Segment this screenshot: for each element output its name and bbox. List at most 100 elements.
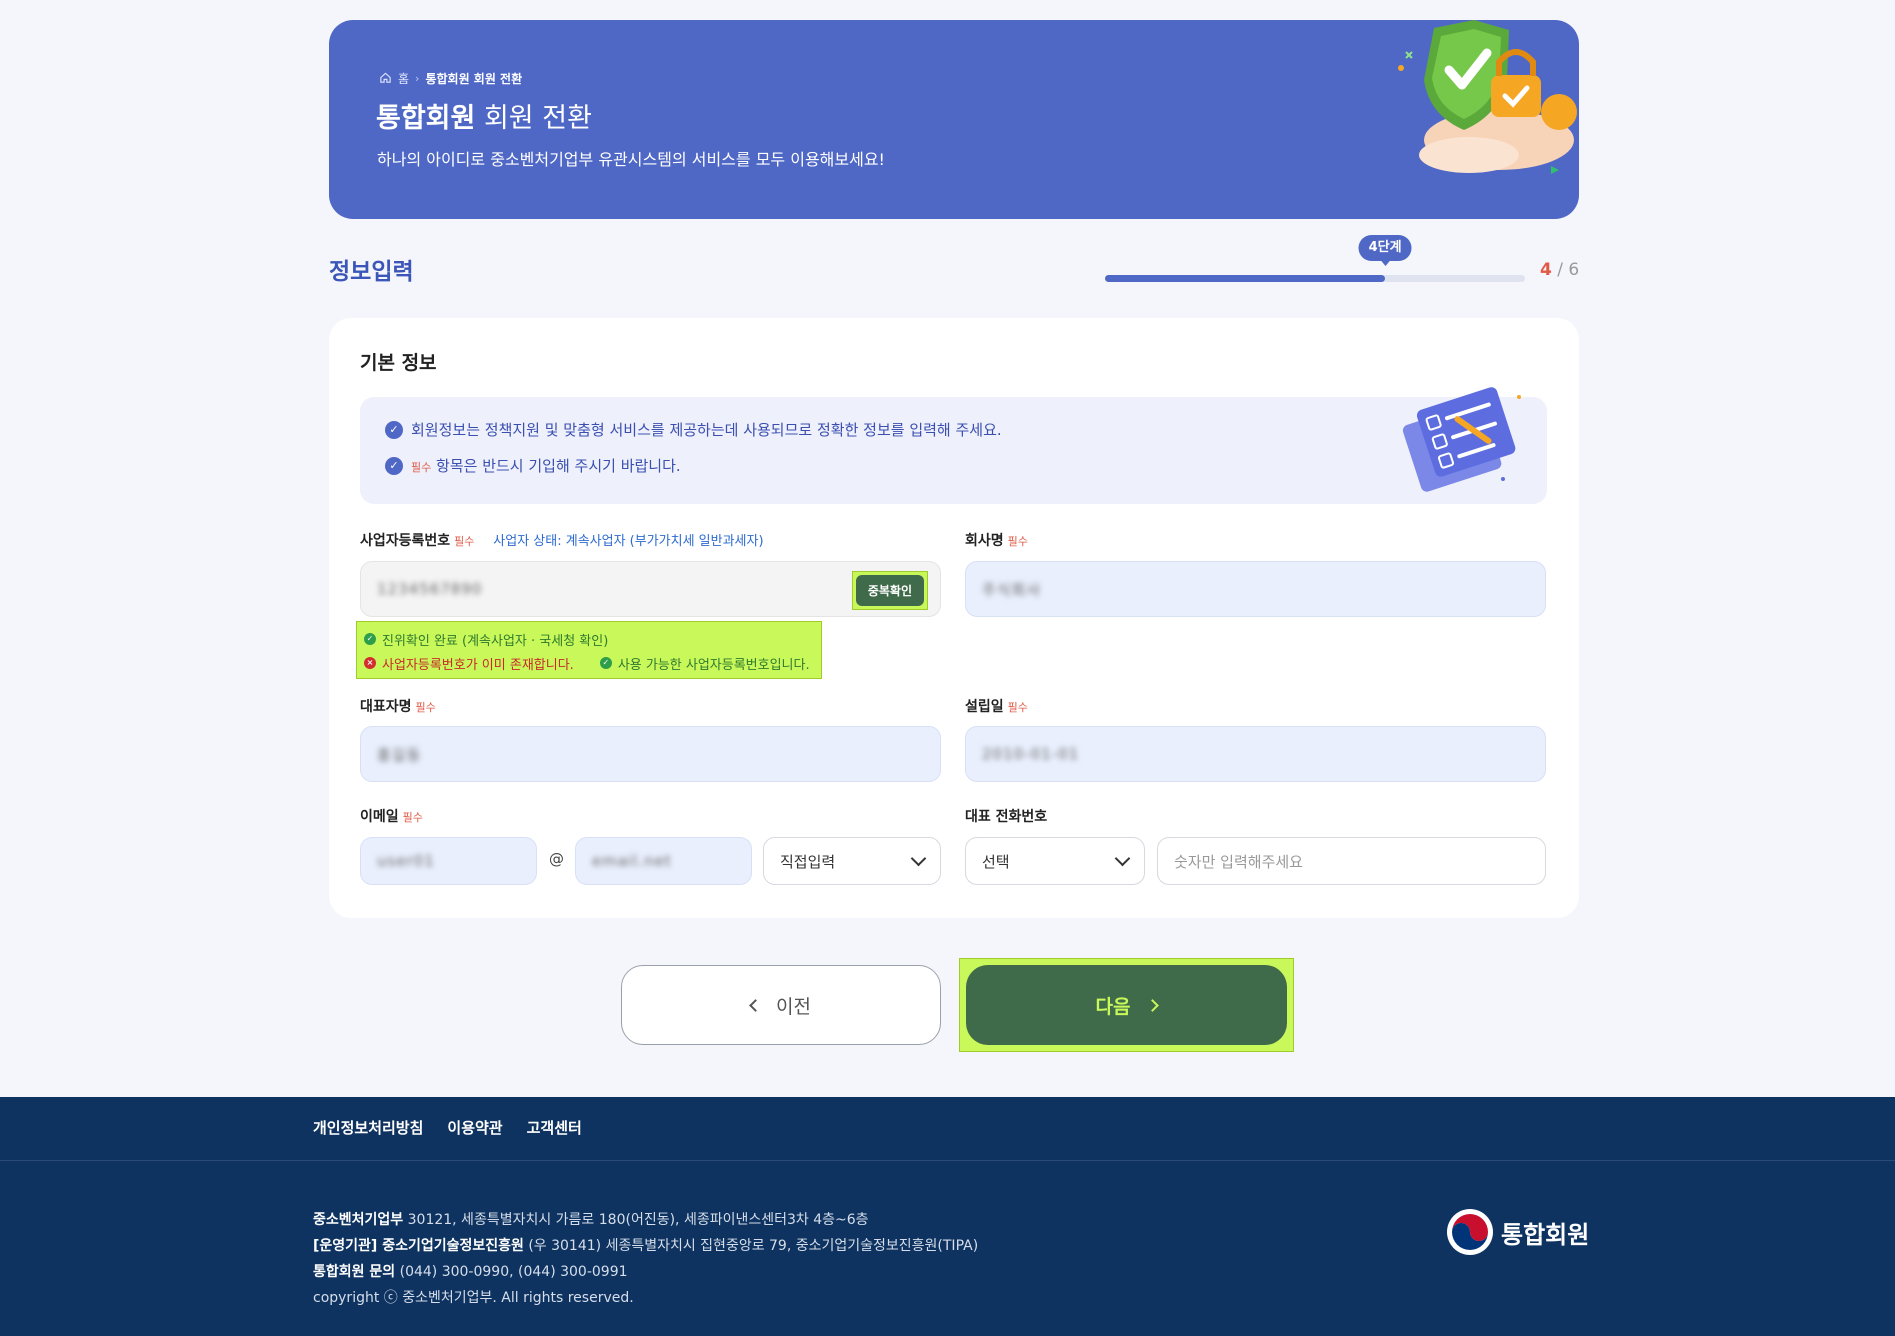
biz-no-label-text: 사업자등록번호	[360, 533, 451, 549]
duplicate-check-highlight: 중복확인	[851, 571, 928, 610]
email-local-input[interactable]: user01	[360, 837, 537, 885]
available-message-text: 사용 가능한 사업자등록번호입니다.	[617, 657, 810, 673]
company-label-text: 회사명	[965, 533, 1004, 549]
required-mark: 필수	[411, 461, 432, 474]
step-count: 4 / 6	[1540, 260, 1579, 280]
founded-label: 설립일 필수	[965, 696, 1028, 716]
verified-message: ✓ 진위확인 완료 (계속사업자 · 국세청 확인)	[364, 627, 814, 651]
breadcrumb: 홈 › 통합회원 회원 전환	[379, 70, 522, 87]
email-domain-select[interactable]: 직접입력	[763, 837, 941, 885]
company-label: 회사명 필수	[965, 530, 1028, 550]
basic-info-card: 기본 정보 ✓ 회원정보는 정책지원 및 맞춤형 서비스를 제공하는데 사용되므…	[329, 318, 1579, 918]
founded-input[interactable]: 2010-01-01	[965, 726, 1546, 782]
home-icon[interactable]	[379, 71, 392, 87]
ceo-label-text: 대표자명	[360, 699, 412, 715]
step-separator: /	[1557, 260, 1563, 280]
step-current: 4	[1540, 260, 1552, 280]
notice-box: ✓ 회원정보는 정책지원 및 맞춤형 서비스를 제공하는데 사용되므로 정확한 …	[360, 387, 1547, 504]
required-mark: 필수	[415, 701, 436, 714]
next-button-highlight: 다음	[959, 958, 1294, 1052]
email-at-sign: @	[549, 850, 564, 868]
next-button-label: 다음	[1095, 995, 1131, 1018]
footer-operator: [운영기관] 중소기업기술정보진흥원 (우 30141) 세종특별자치시 집현중…	[313, 1233, 978, 1259]
footer-contact-text: (044) 300-0990, (044) 300-0991	[399, 1264, 628, 1280]
founded-value: 2010-01-01	[982, 745, 1080, 763]
phone-number-placeholder: 숫자만 입력해주세요	[1174, 852, 1303, 871]
step-total: 6	[1568, 260, 1580, 280]
required-mark: 필수	[1007, 701, 1028, 714]
email-domain-input[interactable]: email.net	[575, 837, 752, 885]
footer-copyright: copyright ⓒ 중소벤처기업부. All rights reserved…	[313, 1290, 634, 1306]
notice-item: ✓ 회원정보는 정책지원 및 맞춤형 서비스를 제공하는데 사용되므로 정확한 …	[385, 419, 1002, 440]
email-domain-value: email.net	[592, 852, 672, 870]
prev-button[interactable]: 이전	[621, 965, 941, 1045]
next-button[interactable]: 다음	[966, 965, 1287, 1045]
biz-no-label: 사업자등록번호 필수 사업자 상태: 계속사업자 (부가가치세 일반과세자)	[360, 530, 764, 550]
footer-org-name: 중소벤처기업부	[313, 1212, 404, 1228]
progress-fill	[1105, 275, 1386, 282]
phone-prefix-select-value: 선택	[982, 852, 1010, 871]
validation-messages: ✓ 진위확인 완료 (계속사업자 · 국세청 확인) × 사업자등록번호가 이미…	[356, 621, 822, 679]
footer-links: 개인정보처리방침 이용약관 고객센터	[313, 1117, 582, 1138]
chevron-right-icon	[1146, 998, 1160, 1012]
section-title: 정보입력	[329, 259, 414, 285]
progress-track	[1105, 275, 1525, 282]
footer-contact: 통합회원 문의 (044) 300-0990, (044) 300-0991	[313, 1259, 978, 1285]
ceo-value: 홍길동	[377, 745, 422, 764]
notice-text: 회원정보는 정책지원 및 맞춤형 서비스를 제공하는데 사용되므로 정확한 정보…	[411, 421, 1002, 439]
ceo-input[interactable]: 홍길동	[360, 726, 941, 782]
chevron-right-icon: ›	[415, 72, 420, 85]
step-bubble: 4단계	[1358, 235, 1412, 266]
phone-prefix-select[interactable]: 선택	[965, 837, 1145, 885]
status-messages: × 사업자등록번호가 이미 존재합니다. ✓ 사용 가능한 사업자등록번호입니다…	[364, 651, 814, 675]
footer-info: 중소벤처기업부 30121, 세종특별자치시 가름로 180(어진동), 세종파…	[313, 1207, 978, 1311]
footer-contact-label: 통합회원 문의	[313, 1264, 396, 1280]
company-value: 주식회사	[982, 580, 1042, 599]
shield-lock-hand-illustration	[1398, 20, 1577, 174]
card-title: 기본 정보	[360, 352, 437, 374]
founded-label-text: 설립일	[965, 699, 1004, 715]
phone-number-input[interactable]: 숫자만 입력해주세요	[1157, 837, 1546, 885]
error-circle-icon: ×	[364, 657, 376, 669]
page-title: 통합회원 회원 전환	[376, 96, 592, 135]
check-circle-icon: ✓	[599, 657, 612, 669]
required-mark: 필수	[402, 811, 423, 824]
chevron-left-icon	[749, 998, 762, 1012]
biz-no-value: 1234567890	[377, 580, 483, 598]
footer-link-privacy[interactable]: 개인정보처리방침	[313, 1117, 423, 1138]
required-mark: 필수	[454, 535, 475, 548]
footer-operator-text: (우 30141) 세종특별자치시 집현중앙로 79, 중소기업기술정보진흥원(…	[528, 1238, 979, 1254]
ceo-label: 대표자명 필수	[360, 696, 436, 716]
hero-banner: 홈 › 통합회원 회원 전환 통합회원 회원 전환 하나의 아이디로 중소벤처기…	[329, 20, 1579, 219]
email-local-value: user01	[377, 852, 435, 870]
chevron-down-icon	[910, 850, 927, 866]
check-circle-icon: ✓	[385, 456, 403, 475]
taegeuk-emblem-icon	[1447, 1209, 1493, 1255]
footer-address-text: 30121, 세종특별자치시 가름로 180(어진동), 세종파이낸스센터3차 …	[407, 1212, 869, 1228]
company-input[interactable]: 주식회사	[965, 561, 1546, 617]
footer-link-terms[interactable]: 이용약관	[447, 1117, 502, 1138]
footer-link-support[interactable]: 고객센터	[527, 1117, 582, 1138]
footer-logo-text: 통합회원	[1501, 1220, 1590, 1249]
required-mark: 필수	[1007, 535, 1028, 548]
exists-message-text: 사업자등록번호가 이미 존재합니다.	[382, 657, 574, 673]
duplicate-check-button[interactable]: 중복확인	[855, 575, 924, 606]
check-circle-icon: ✓	[385, 420, 403, 439]
breadcrumb-home[interactable]: 홈	[398, 70, 409, 87]
email-label: 이메일 필수	[360, 806, 423, 826]
chevron-down-icon	[1114, 850, 1131, 866]
footer-operator-name: [운영기관] 중소기업기술정보진흥원	[313, 1238, 524, 1254]
biz-status-text: 사업자 상태: 계속사업자 (부가가치세 일반과세자)	[493, 534, 764, 549]
footer-logo: 통합회원	[1447, 1209, 1589, 1255]
page-description: 하나의 아이디로 중소벤처기업부 유관시스템의 서비스를 모두 이용해보세요!	[377, 150, 885, 169]
footer: 개인정보처리방침 이용약관 고객센터 중소벤처기업부 30121, 세종특별자치…	[0, 1097, 1895, 1336]
step-progress: 4단계	[1105, 232, 1525, 282]
breadcrumb-current: 통합회원 회원 전환	[425, 72, 523, 86]
page-title-bold: 통합회원	[376, 103, 476, 134]
biz-no-input[interactable]: 1234567890 중복확인	[360, 561, 941, 617]
notice-text: 항목은 반드시 기입해 주시기 바랍니다.	[436, 457, 681, 475]
check-circle-icon: ✓	[364, 633, 376, 645]
prev-button-label: 이전	[776, 995, 811, 1018]
footer-address: 중소벤처기업부 30121, 세종특별자치시 가름로 180(어진동), 세종파…	[313, 1207, 978, 1233]
email-label-text: 이메일	[360, 809, 399, 825]
